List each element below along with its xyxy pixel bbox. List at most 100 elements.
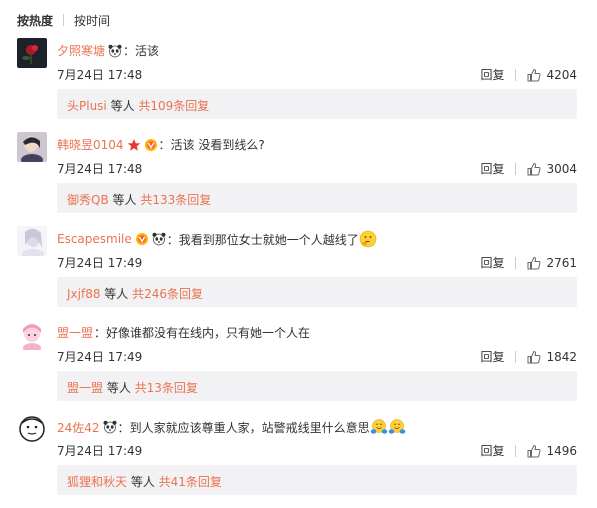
action-divider xyxy=(515,162,517,175)
avatar[interactable] xyxy=(17,38,47,68)
comment-text: 活该 没看到线么? xyxy=(170,138,265,152)
panda-emoji-icon xyxy=(152,232,166,246)
comment-item: Escapesmile ： 我看到那位女士就她一个人越线了 7月24日 17:4… xyxy=(0,226,597,320)
like-count: 4204 xyxy=(546,67,577,82)
sort-divider xyxy=(63,14,65,26)
colon: ： xyxy=(94,326,107,340)
sub-reply-count: 共246条回复 xyxy=(132,287,204,301)
sub-reply-count: 共109条回复 xyxy=(138,99,210,113)
sub-reply-user: 盟一盟 xyxy=(67,381,104,395)
colon: ： xyxy=(123,44,136,58)
sort-by-hot-tab[interactable]: 按热度 xyxy=(17,12,53,29)
sub-reply-user: 狐狸和秋天 xyxy=(67,475,128,489)
like-button[interactable]: 3004 xyxy=(527,162,577,176)
username-link[interactable]: 盟一盟 xyxy=(57,324,93,341)
action-divider xyxy=(515,350,517,363)
comment-time: 7月24日 17:49 xyxy=(57,444,143,458)
like-count: 1496 xyxy=(546,443,577,458)
action-divider xyxy=(515,444,517,457)
thinking-emoji-icon xyxy=(359,230,377,248)
sub-reply-mid: 等人 xyxy=(108,193,141,207)
comment-item: 24佐42 ： 到人家就应该尊重人家，站警戒线里什么意思 7月24日 17:49… xyxy=(0,414,597,508)
sub-reply-mid: 等人 xyxy=(106,99,139,113)
hug-emoji-icon xyxy=(370,419,387,434)
comment-item: 夕照寒塘 ： 活该 7月24日 17:48 回复 4204 头Plusi 等人 … xyxy=(0,38,597,132)
sub-replies-link[interactable]: Jxjf88 等人 共246条回复 xyxy=(67,285,203,302)
comment-text: 活该 xyxy=(135,44,160,58)
comment-header: Escapesmile ： 我看到那位女士就她一个人越线了 xyxy=(57,230,377,248)
avatar[interactable] xyxy=(17,132,47,162)
sub-reply-user: Jxjf88 xyxy=(67,287,101,301)
sort-by-time-tab[interactable]: 按时间 xyxy=(74,12,110,29)
comment-item: 韩晓昱0104 ： 活该 没看到线么? 7月24日 17:48 回复 3004 … xyxy=(0,132,597,226)
sub-replies-box: 御秀QB 等人 共133条回复 xyxy=(57,183,577,213)
comment-header: 韩晓昱0104 ： 活该 没看到线么? xyxy=(57,136,265,153)
sub-reply-user: 头Plusi xyxy=(67,99,107,113)
comment-actions: 回复 4204 xyxy=(480,66,577,83)
comment-time: 7月24日 17:48 xyxy=(57,68,143,82)
reply-button[interactable]: 回复 xyxy=(480,348,504,365)
sub-replies-box: 狐狸和秋天 等人 共41条回复 xyxy=(57,465,577,495)
avatar[interactable] xyxy=(17,414,47,444)
thumb-up-icon xyxy=(527,162,541,175)
colon: ： xyxy=(158,138,171,152)
like-button[interactable]: 2761 xyxy=(527,256,577,270)
comment-text: 好像谁都没有在线内，只有她一个人在 xyxy=(106,326,311,340)
comment-time: 7月24日 17:49 xyxy=(57,350,143,364)
username-link[interactable]: 韩晓昱0104 xyxy=(57,136,124,153)
comment-time: 7月24日 17:48 xyxy=(57,162,143,176)
hug-emoji-icon xyxy=(388,419,405,434)
comment-actions: 回复 1496 xyxy=(480,442,577,459)
colon: ： xyxy=(166,232,179,247)
comment-actions: 回复 2761 xyxy=(480,254,577,271)
sort-bar: 按热度 按时间 xyxy=(17,11,110,29)
sub-replies-box: 盟一盟 等人 共13条回复 xyxy=(57,371,577,401)
sub-replies-link[interactable]: 头Plusi 等人 共109条回复 xyxy=(67,97,209,114)
avatar[interactable] xyxy=(17,320,47,350)
thumb-up-icon xyxy=(527,444,541,457)
like-button[interactable]: 1496 xyxy=(527,444,577,458)
comment-header: 夕照寒塘 ： 活该 xyxy=(57,42,159,59)
like-button[interactable]: 4204 xyxy=(527,68,577,82)
sub-reply-count: 共41条回复 xyxy=(158,475,222,489)
comment-text: 我看到那位女士就她一个人越线了 xyxy=(178,232,359,247)
sub-reply-mid: 等人 xyxy=(127,475,159,489)
sub-replies-box: Jxjf88 等人 共246条回复 xyxy=(57,277,577,307)
sub-reply-count: 共133条回复 xyxy=(140,193,212,207)
reply-button[interactable]: 回复 xyxy=(480,160,504,177)
star-badge-icon xyxy=(127,138,140,151)
panda-emoji-icon xyxy=(103,420,117,434)
vip-badge-icon xyxy=(135,233,148,245)
panda-emoji-icon xyxy=(108,44,122,57)
reply-button[interactable]: 回复 xyxy=(480,442,504,459)
sub-reply-mid: 等人 xyxy=(103,381,135,395)
reply-button[interactable]: 回复 xyxy=(480,254,504,271)
sub-replies-link[interactable]: 御秀QB 等人 共133条回复 xyxy=(67,191,211,208)
comment-item: 盟一盟 ： 好像谁都没有在线内，只有她一个人在 7月24日 17:49 回复 1… xyxy=(0,320,597,414)
colon: ： xyxy=(117,420,130,435)
username-link[interactable]: 夕照寒塘 xyxy=(57,42,105,59)
action-divider xyxy=(515,256,517,269)
comment-time: 7月24日 17:49 xyxy=(57,256,143,270)
action-divider xyxy=(515,68,517,81)
comment-text: 到人家就应该尊重人家，站警戒线里什么意思 xyxy=(129,420,370,435)
sub-reply-mid: 等人 xyxy=(100,287,133,301)
username-link[interactable]: 24佐42 xyxy=(57,419,100,436)
sub-reply-user: 御秀QB xyxy=(67,193,109,207)
comment-actions: 回复 1842 xyxy=(480,348,577,365)
thumb-up-icon xyxy=(527,256,541,269)
avatar[interactable] xyxy=(17,226,47,256)
sub-replies-link[interactable]: 盟一盟 等人 共13条回复 xyxy=(67,379,198,396)
like-count: 1842 xyxy=(546,349,577,364)
like-button[interactable]: 1842 xyxy=(527,350,577,364)
username-link[interactable]: Escapesmile xyxy=(57,232,132,246)
thumb-up-icon xyxy=(527,68,541,81)
vip-badge-icon xyxy=(144,138,157,151)
reply-button[interactable]: 回复 xyxy=(480,66,504,83)
like-count: 2761 xyxy=(546,255,577,270)
like-count: 3004 xyxy=(546,161,577,176)
sub-replies-link[interactable]: 狐狸和秋天 等人 共41条回复 xyxy=(67,473,222,490)
comment-actions: 回复 3004 xyxy=(480,160,577,177)
thumb-up-icon xyxy=(527,350,541,363)
sub-reply-count: 共13条回复 xyxy=(134,381,198,395)
